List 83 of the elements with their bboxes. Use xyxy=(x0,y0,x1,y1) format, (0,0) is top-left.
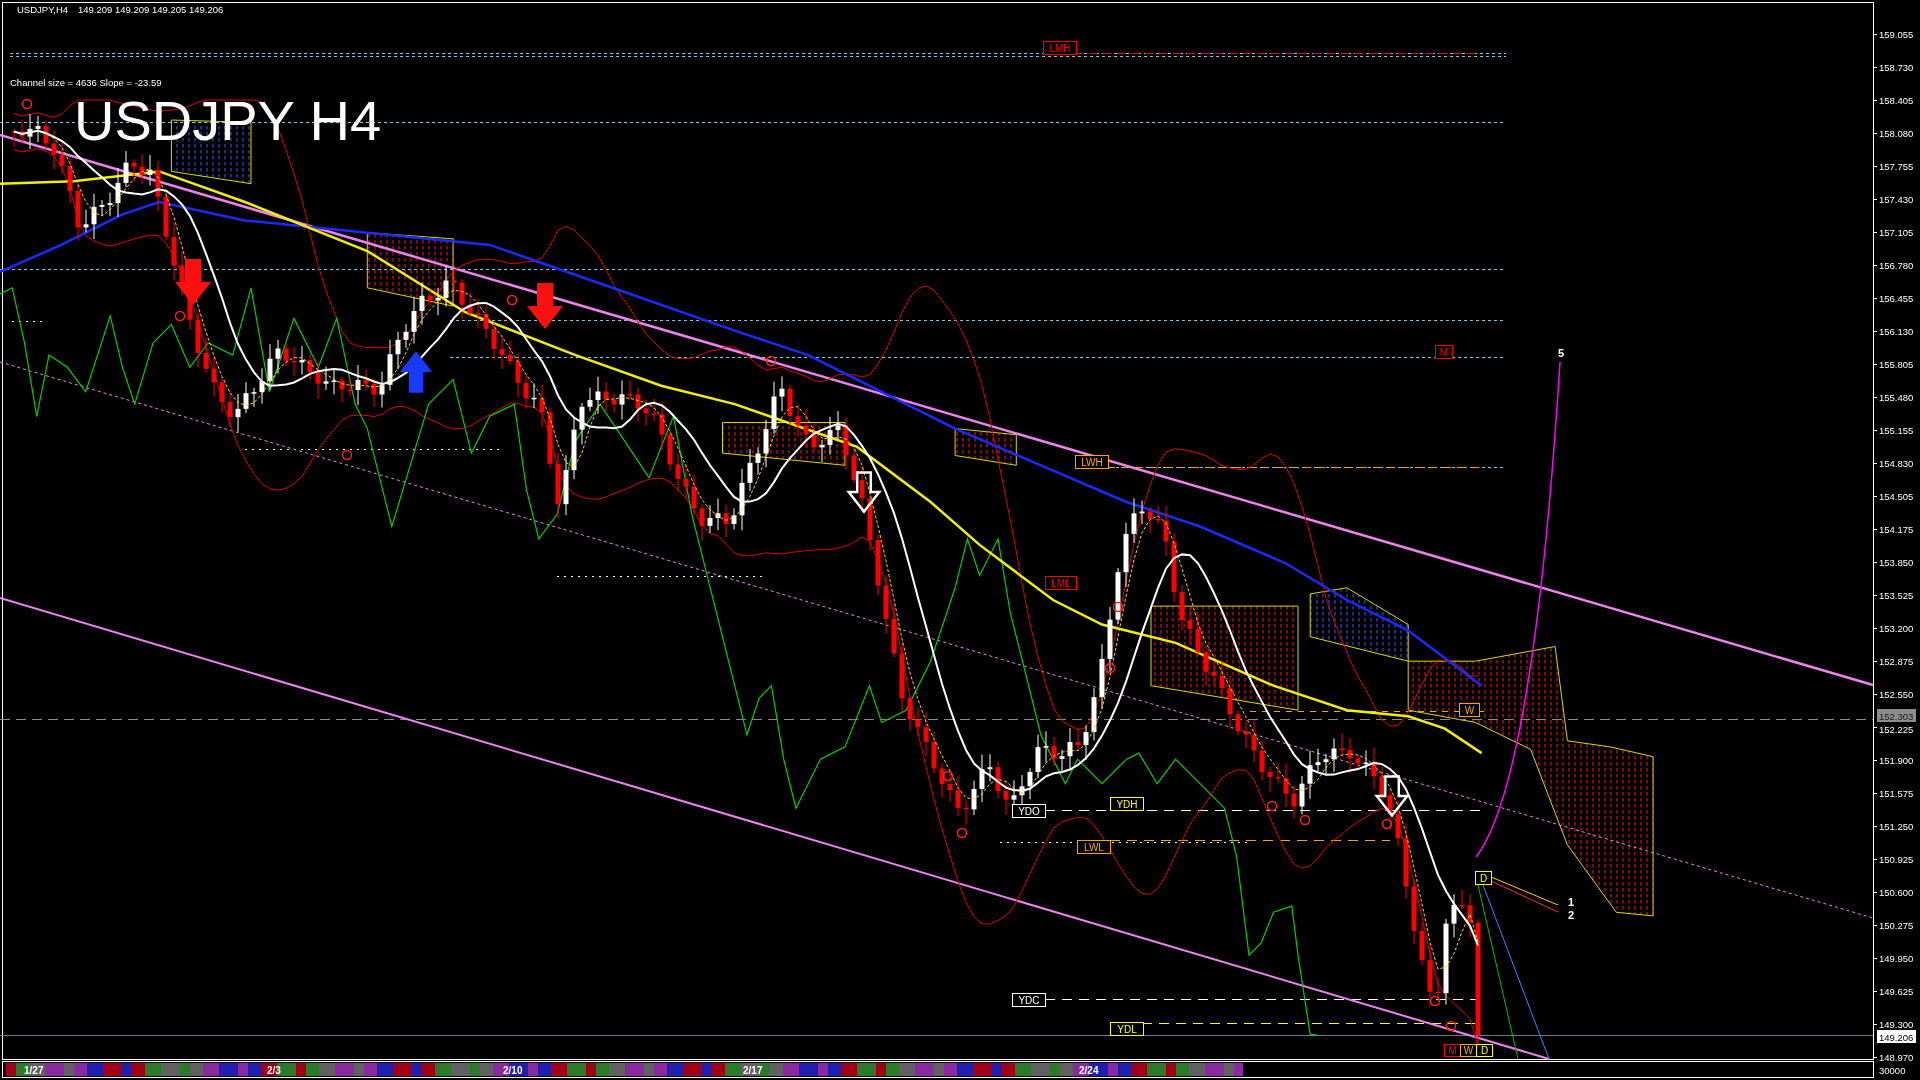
price-axis-label: 150.600 xyxy=(1879,886,1914,898)
level-tag: W xyxy=(1459,703,1480,717)
price-axis-label: 152.875 xyxy=(1879,655,1914,667)
circle-marker-icon xyxy=(174,310,186,322)
date-label: 1/27 xyxy=(24,1065,44,1076)
level-tag: LWL xyxy=(1077,840,1111,854)
level-tag: LMH xyxy=(1043,41,1077,55)
price-axis-label: 150.275 xyxy=(1879,919,1914,931)
wave-label: 1 xyxy=(1568,896,1575,908)
price-axis-label: 153.200 xyxy=(1879,622,1914,634)
price-axis-label: 156.780 xyxy=(1879,259,1914,271)
price-axis-label: 155.805 xyxy=(1879,358,1914,370)
date-label: 2/24 xyxy=(1079,1065,1099,1076)
level-tag: M xyxy=(1444,1044,1461,1057)
price-axis-label: 148.970 xyxy=(1879,1051,1914,1063)
quote-value: 149.209 xyxy=(78,4,113,15)
price-axis-label: 152.225 xyxy=(1879,723,1914,735)
price-axis-label: 151.900 xyxy=(1879,754,1914,766)
price-axis-label: 158.730 xyxy=(1879,61,1914,73)
quote-value: 149.209 xyxy=(115,4,150,15)
level-tag: M xyxy=(1435,345,1453,359)
level-tag: YDO xyxy=(1012,804,1046,818)
level-tag: YDC xyxy=(1012,993,1046,1007)
price-axis-label: 149.300 xyxy=(1879,1018,1914,1030)
date-label: 2/3 xyxy=(267,1065,281,1076)
price-axis-label: 157.755 xyxy=(1879,160,1914,172)
cloud-area xyxy=(954,428,1017,466)
level-tag: LML xyxy=(1045,576,1077,590)
current-price-tag: 149.206 xyxy=(1877,1030,1916,1043)
date-label: 2/10 xyxy=(503,1065,523,1076)
level-tag: YDL xyxy=(1110,1022,1144,1036)
circle-marker-icon xyxy=(1429,995,1441,1007)
circle-marker-icon xyxy=(21,98,33,110)
price-axis-label: 153.850 xyxy=(1879,556,1914,568)
circle-marker-icon xyxy=(942,770,954,782)
price-axis-label: 153.525 xyxy=(1879,589,1914,601)
price-axis-label: 151.575 xyxy=(1879,787,1914,799)
circle-marker-icon xyxy=(1445,1020,1457,1032)
volume-scale-label: 30000 xyxy=(1879,1065,1906,1076)
down-arrow-icon xyxy=(1374,775,1410,818)
circle-marker-icon xyxy=(765,355,777,367)
symbol-label: USDJPY,H4 xyxy=(17,4,69,15)
price-axis-label: 155.155 xyxy=(1879,424,1914,436)
price-axis-label: 156.130 xyxy=(1879,325,1914,337)
price-axis-label: 158.080 xyxy=(1879,127,1914,139)
price-axis-label: 157.430 xyxy=(1879,193,1914,205)
level-tag: D xyxy=(1476,1044,1493,1057)
wave-label: 2 xyxy=(1568,909,1575,921)
circle-marker-icon xyxy=(1266,800,1278,812)
price-axis-label: 156.455 xyxy=(1879,292,1914,304)
price-axis-label: 158.405 xyxy=(1879,94,1914,106)
price-axis-label: 150.925 xyxy=(1879,853,1914,865)
price-axis-label: 149.950 xyxy=(1879,952,1914,964)
circle-marker-icon xyxy=(1299,814,1311,826)
price-axis-label: 154.505 xyxy=(1879,490,1914,502)
price-axis-label: 155.480 xyxy=(1879,391,1914,403)
channel-info-text: Channel size = 4636 Slope = -23.59 xyxy=(10,76,162,88)
price-axis-label: 154.175 xyxy=(1879,523,1914,535)
wave-label: 5 xyxy=(1558,347,1565,359)
level-tag: D xyxy=(1475,871,1492,885)
down-arrow-icon xyxy=(527,283,563,329)
circle-marker-icon xyxy=(1112,601,1124,613)
circle-marker-icon xyxy=(506,294,518,306)
price-axis-label: 154.830 xyxy=(1879,457,1914,469)
price-axis-label: 157.105 xyxy=(1879,226,1914,238)
level-tag: YDH xyxy=(1110,797,1144,811)
quote-value: 149.205 xyxy=(152,4,187,15)
circle-marker-icon xyxy=(1104,662,1116,674)
quote-value: 149.206 xyxy=(189,4,224,15)
up-arrow-icon xyxy=(399,351,433,393)
circle-marker-icon xyxy=(1381,818,1393,830)
circle-marker-icon xyxy=(341,449,353,461)
down-arrow-icon xyxy=(846,471,882,514)
price-axis-label: 152.550 xyxy=(1879,688,1914,700)
circle-marker-icon xyxy=(956,827,968,839)
down-arrow-icon xyxy=(175,259,211,305)
price-axis-label: 149.625 xyxy=(1879,985,1914,997)
price-axis-label: 159.055 xyxy=(1879,28,1914,40)
level-tag: W xyxy=(1460,1044,1477,1057)
level-tag: LWH xyxy=(1075,455,1109,469)
date-label: 2/17 xyxy=(743,1065,763,1076)
price-axis-label: 151.250 xyxy=(1879,820,1914,832)
price-line-tag: 152.303 xyxy=(1877,709,1916,722)
